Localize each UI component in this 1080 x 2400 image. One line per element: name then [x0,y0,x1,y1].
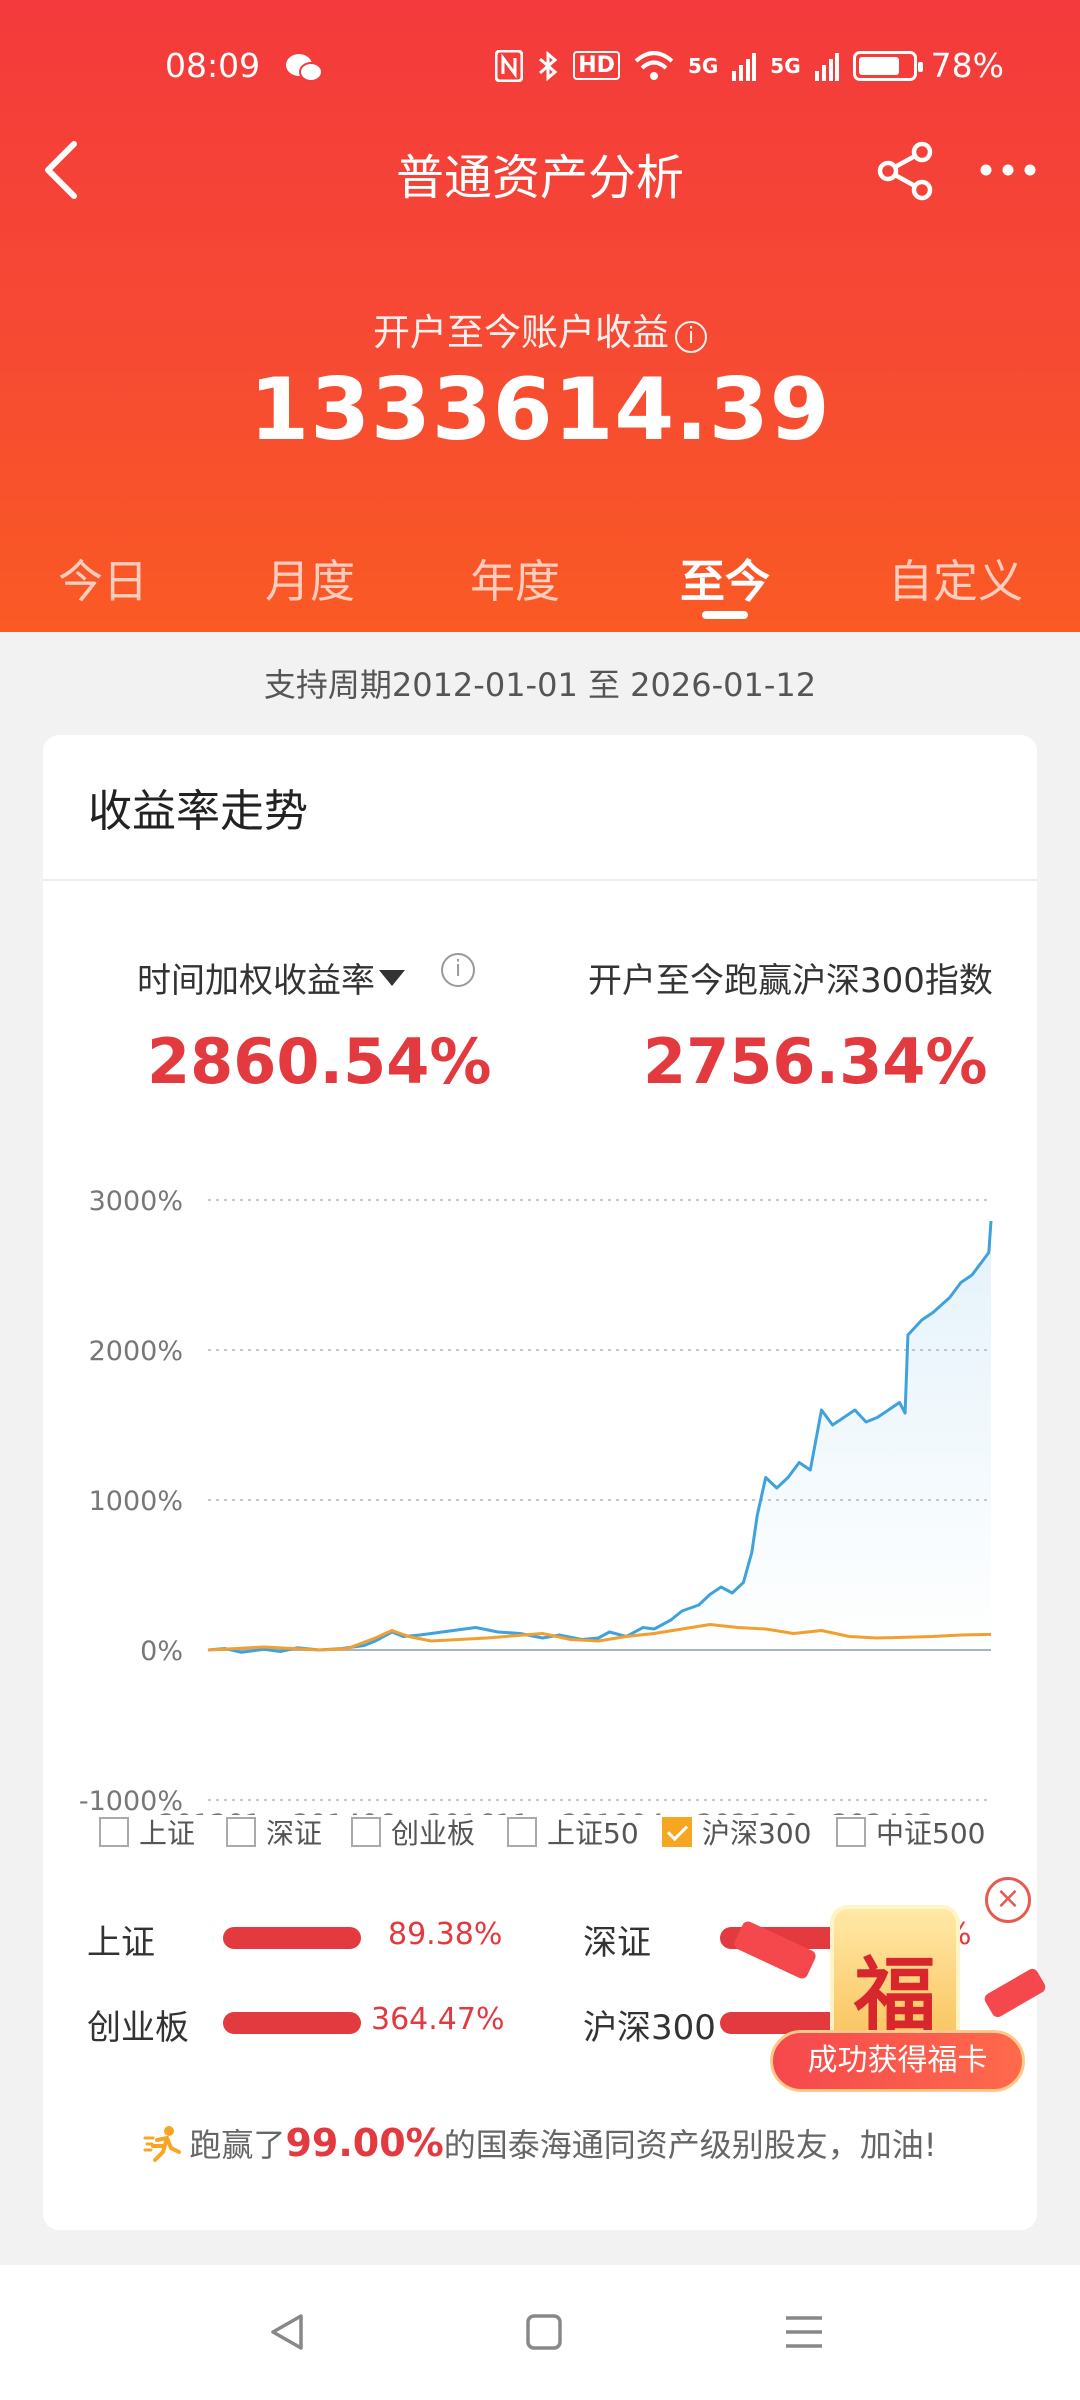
legend-item-sz50[interactable]: 上证50 [507,1812,639,1852]
cmp-label-cyb: 创业板 [87,2008,189,2048]
legend-label: 中证500 [876,1817,986,1850]
cmp-value-sh: 89.38% [388,1917,503,1952]
legend-label: 沪深300 [702,1817,812,1850]
income-label-text: 开户至今账户收益 [373,311,669,354]
info-icon[interactable]: i [675,321,707,353]
legend-item-sz[interactable]: 深证 [226,1812,322,1852]
status-time: 08:09 [165,46,261,85]
legend-item-hs300[interactable]: 沪深300 [662,1812,811,1852]
tab-to-date[interactable]: 至今 [680,545,770,610]
signal-icon [732,52,757,81]
tab-month[interactable]: 月度 [265,545,355,610]
period-tabs: 今日 月度 年度 至今 自定义 [0,545,1080,625]
menu-lines-icon[interactable] [782,2310,826,2354]
more-icon[interactable] [978,160,1038,180]
cmp-label-hs300: 沪深300 [583,2008,716,2048]
checkbox[interactable] [507,1817,537,1847]
hd-badge: HD [573,51,620,80]
tab-year[interactable]: 年度 [470,545,560,610]
battery-icon [852,50,923,81]
system-nav-bar [0,2265,1080,2400]
y-tick-label: 0% [140,1636,183,1667]
tab-custom[interactable]: 自定义 [888,545,1023,610]
checkbox[interactable] [351,1817,381,1847]
checkbox[interactable] [226,1817,256,1847]
cmp-label-sh: 上证 [87,1923,155,1963]
return-chart: 3000%2000%1000%0%-1000%20120120140620161… [79,1186,993,1815]
beat-value: 99.00% [285,2121,444,2165]
status-bar: 08:09 HD 5G 5G 78% [0,46,1080,90]
back-triangle-icon[interactable] [265,2310,309,2354]
beat-prefix: 跑赢了 [189,2126,286,2164]
share-icon[interactable] [875,140,937,202]
cmp-label-sz: 深证 [583,1923,651,1963]
battery-percent: 78% [930,46,1004,85]
legend-label: 上证 [139,1817,196,1850]
tab-indicator [702,611,748,619]
fu-card-button[interactable]: 成功获得福卡 [770,2030,1025,2092]
home-square-icon[interactable] [522,2310,566,2354]
runner-icon [143,2126,182,2162]
legend-label: 上证50 [547,1817,639,1850]
income-value: 1333614.39 [249,360,831,460]
signal-5g-1: 5G [687,53,719,78]
wifi-icon [634,50,674,80]
legend-item-sh[interactable]: 上证 [99,1812,195,1852]
bluetooth-icon [539,50,558,81]
checkbox[interactable] [99,1817,129,1847]
beat-message: 跑赢了99.00%的国泰海通同资产级别股友，加油! [43,2120,1037,2166]
y-tick-label: 2000% [89,1336,183,1367]
wechat-icon [286,54,323,82]
legend-item-zz500[interactable]: 中证500 [836,1812,985,1852]
income-label: 开户至今账户收益 i [0,302,1080,356]
checkbox[interactable] [836,1817,866,1847]
cmp-bar-cyb [223,2012,361,2034]
header: 08:09 HD 5G 5G 78% 普通资产分析 开户至今账户收益 i 1333… [0,0,1080,632]
period-range: 支持周期2012-01-01 至 2026-01-12 [263,666,817,704]
checkbox-checked[interactable] [662,1817,692,1847]
y-tick-label: 3000% [89,1186,183,1217]
legend-label: 创业板 [391,1817,476,1850]
cmp-value-cyb: 364.47% [371,2002,505,2037]
legend: 上证 深证 创业板 上证50 沪深300 中证500 [99,1812,1039,1852]
cmp-bar-sh [223,1927,361,1949]
legend-label: 深证 [266,1817,323,1850]
close-icon[interactable]: × [985,1877,1031,1923]
y-tick-label: 1000% [89,1486,183,1517]
legend-item-cyb[interactable]: 创业板 [351,1812,475,1852]
tab-today[interactable]: 今日 [58,545,148,610]
signal-icon-2 [814,52,839,81]
nfc-icon [495,49,524,82]
beat-suffix: 的国泰海通同资产级别股友，加油! [443,2126,937,2164]
signal-5g-2: 5G [770,53,801,78]
portfolio-area [208,1221,991,1653]
